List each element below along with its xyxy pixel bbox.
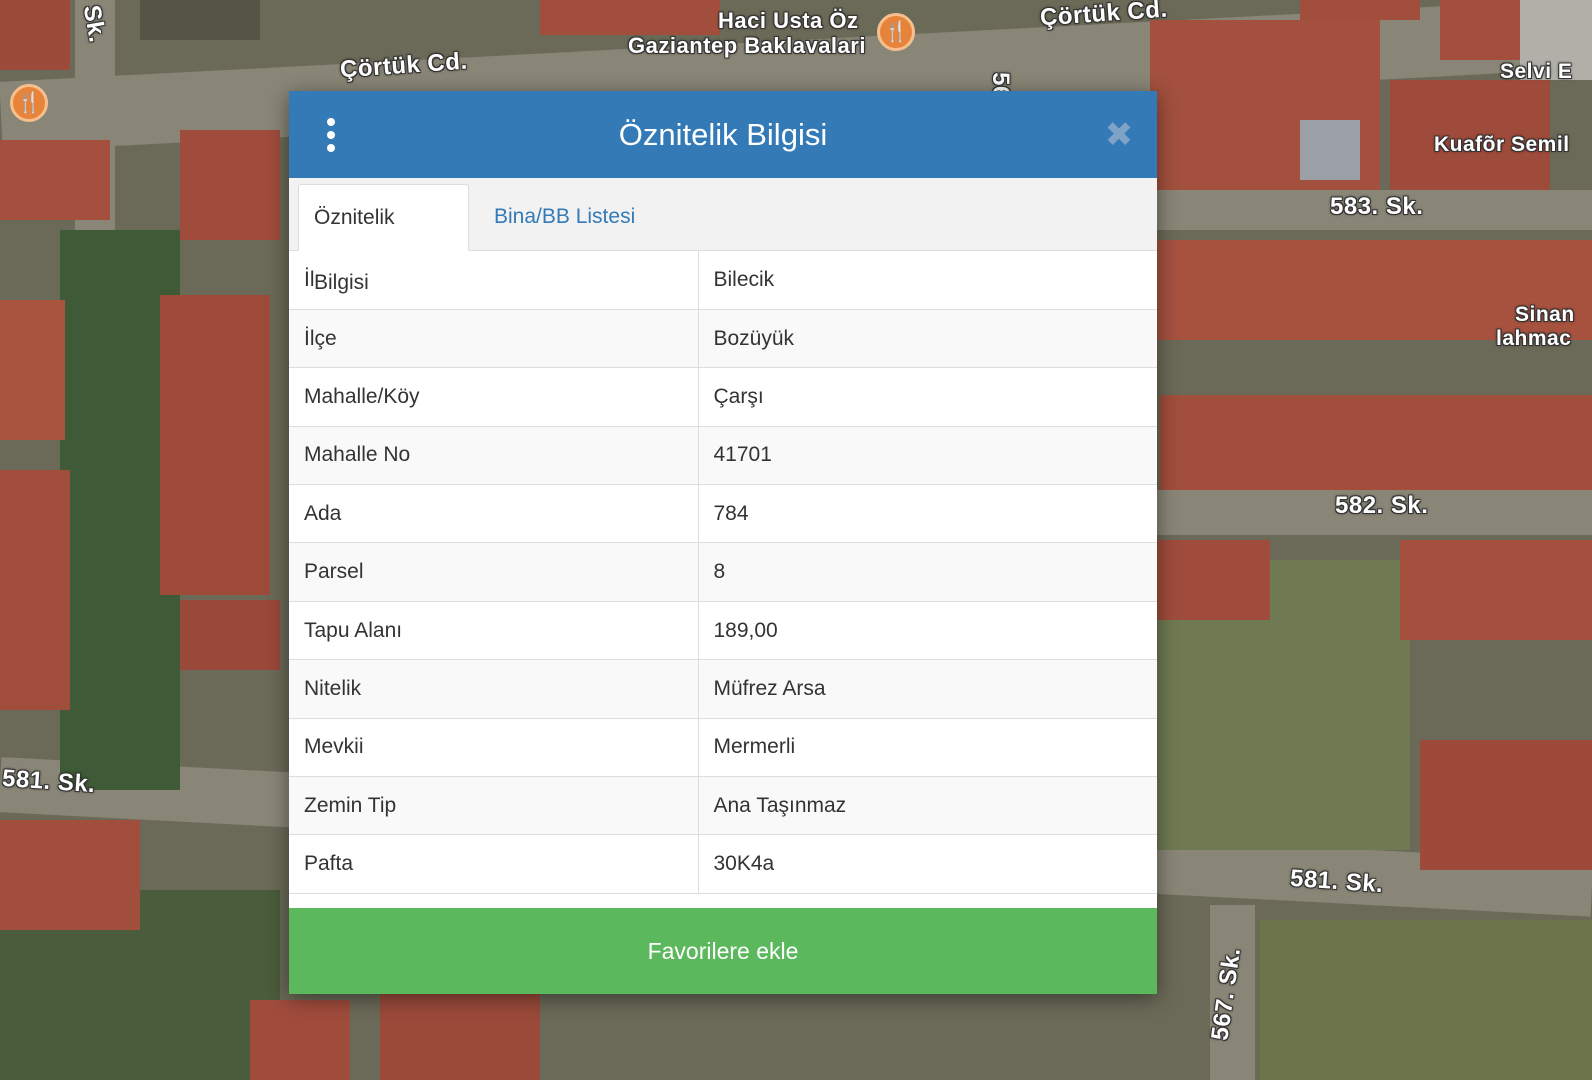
attribute-value: 30K4a xyxy=(698,834,1157,894)
attribute-value: Müfrez Arsa xyxy=(698,659,1157,719)
attribute-label: Parsel xyxy=(289,542,699,602)
table-row: Mahalle No 41701 xyxy=(289,426,1157,486)
attribute-label: Mevkii xyxy=(289,718,699,778)
attribute-value: 41701 xyxy=(698,426,1157,486)
attribute-value: Bozüyük xyxy=(698,309,1157,369)
restaurant-icon[interactable]: 🍴 xyxy=(10,84,48,122)
table-row: Tapu Alanı 189,00 xyxy=(289,601,1157,661)
attribute-value: 784 xyxy=(698,484,1157,544)
tab-building-list[interactable]: Bina/BB Listesi xyxy=(479,184,650,251)
table-row: Nitelik Müfrez Arsa xyxy=(289,659,1157,719)
attribute-label: Tapu Alanı xyxy=(289,601,699,661)
table-row: Mevkii Mermerli xyxy=(289,718,1157,778)
map-label-poi: Gaziantep Baklavalari xyxy=(628,33,866,58)
attribute-table: İl Bilecik İlçe Bozüyük Mahalle/Köy Çarşı Maha… xyxy=(289,251,1157,894)
table-row: İl Bilecik xyxy=(289,251,1157,310)
add-to-favorites-button[interactable]: Favorilere ekle xyxy=(289,908,1157,994)
attribute-label: Nitelik xyxy=(289,659,699,719)
table-row: İlçe Bozüyük xyxy=(289,309,1157,369)
attribute-dialog: Öznitelik Bilgisi ✖ Öznitelik Bilgisi Bi… xyxy=(289,91,1157,994)
map-label-poi: lahmac xyxy=(1496,327,1572,350)
attribute-label: Mahalle No xyxy=(289,426,699,486)
map-label-poi: Haci Usta Öz xyxy=(718,8,859,33)
dialog-title: Öznitelik Bilgisi xyxy=(618,117,828,152)
attribute-label: Pafta xyxy=(289,834,699,894)
table-row: Parsel 8 xyxy=(289,542,1157,602)
attribute-value: Çarşı xyxy=(698,367,1157,427)
dialog-header: Öznitelik Bilgisi ✖ xyxy=(289,91,1157,178)
attribute-label: İlçe xyxy=(289,309,699,369)
map-label-poi: Kuafõr Semil xyxy=(1434,133,1570,156)
map-label-poi: Selvi E xyxy=(1500,60,1573,83)
attribute-value: Bilecik xyxy=(698,251,1157,310)
tab-attribute-info[interactable]: Öznitelik Bilgisi xyxy=(298,184,469,294)
table-row: Pafta 30K4a xyxy=(289,834,1157,894)
table-row: Zemin Tip Ana Taşınmaz xyxy=(289,776,1157,836)
attribute-label: Zemin Tip xyxy=(289,776,699,836)
table-row: Mahalle/Köy Çarşı xyxy=(289,367,1157,427)
attribute-value: 8 xyxy=(698,542,1157,602)
attribute-value: Ana Taşınmaz xyxy=(698,776,1157,836)
map-label-street: 582. Sk. xyxy=(1335,492,1429,519)
map-label-poi: Sinan xyxy=(1515,303,1575,326)
close-icon[interactable]: ✖ xyxy=(1099,115,1139,155)
attribute-value: 189,00 xyxy=(698,601,1157,661)
attribute-label: Mahalle/Köy xyxy=(289,367,699,427)
tab-bar: Öznitelik Bilgisi Bina/BB Listesi xyxy=(289,178,1157,294)
map-label-street: 583. Sk. xyxy=(1330,193,1424,220)
attribute-label: Ada xyxy=(289,484,699,544)
table-row: Ada 784 xyxy=(289,484,1157,544)
attribute-value: Mermerli xyxy=(698,718,1157,778)
restaurant-icon[interactable]: 🍴 xyxy=(877,13,915,51)
